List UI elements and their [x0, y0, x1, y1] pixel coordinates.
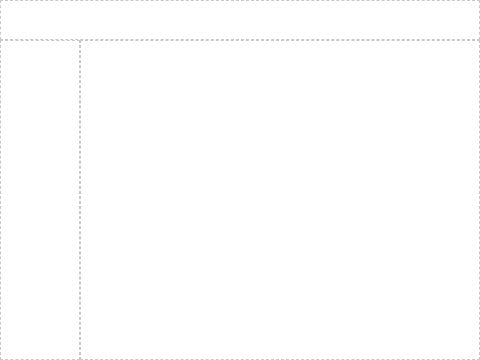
top-bar-text [1, 1, 479, 9]
main-content [80, 40, 480, 360]
sidebar-text [1, 41, 79, 49]
main-content-text [81, 41, 479, 49]
sidebar [0, 40, 80, 360]
top-bar [0, 0, 480, 40]
